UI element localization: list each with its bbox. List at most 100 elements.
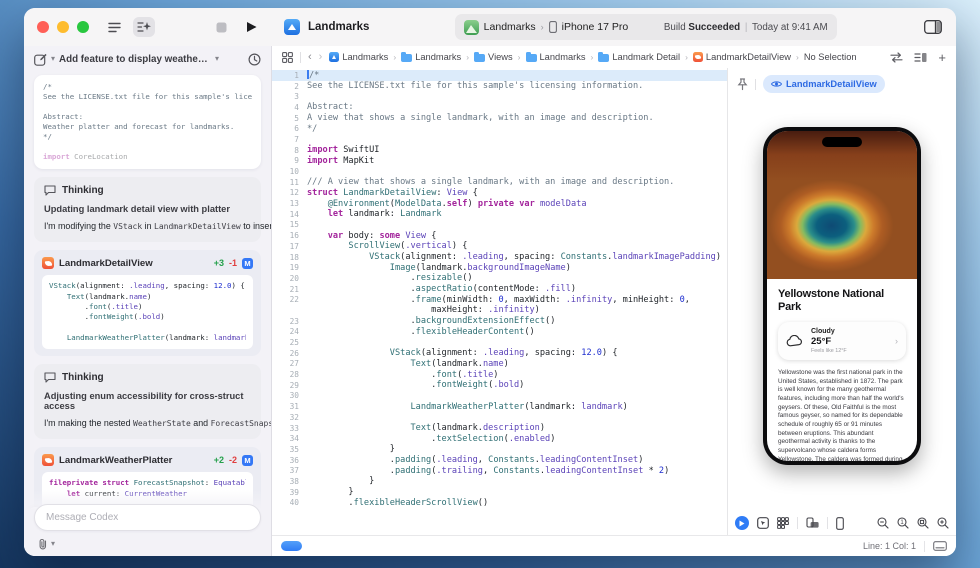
close-window-button[interactable] bbox=[37, 21, 49, 33]
iphone-preview[interactable]: Yellowstone National Park Cloudy 25°F Fe… bbox=[763, 127, 921, 465]
code-line[interactable]: 28 .font(.title) bbox=[272, 369, 727, 380]
code-line[interactable]: 11 /// A view that shows a single landmar… bbox=[272, 177, 727, 188]
related-items-icon[interactable] bbox=[282, 51, 293, 63]
code-line[interactable]: 23 .backgroundExtensionEffect() bbox=[272, 316, 727, 327]
code-line[interactable]: 18 VStack(alignment: .leading, spacing: … bbox=[272, 252, 727, 263]
stop-button[interactable] bbox=[210, 17, 232, 37]
code-line[interactable]: 40 .flexibleHeaderScrollView() bbox=[272, 498, 727, 509]
code-line[interactable]: 33 Text(landmark.description) bbox=[272, 423, 727, 434]
breadcrumb-item[interactable]: Landmark Detail bbox=[598, 52, 680, 62]
text-token: some bbox=[379, 230, 401, 241]
inspector-toggle-icon[interactable] bbox=[914, 52, 927, 63]
source-editor[interactable]: 1 /* 2 See the LICENSE.txt file for this sa… bbox=[272, 68, 727, 535]
run-button[interactable] bbox=[240, 17, 262, 37]
code-line[interactable]: 31 LandmarkWeatherPlatter(landmark: land… bbox=[272, 401, 727, 412]
code-line[interactable]: 5 A view that shows a single landmark, wi… bbox=[272, 113, 727, 124]
paperclip-icon[interactable] bbox=[38, 538, 48, 550]
code-line[interactable]: 24 .flexibleHeaderContent() bbox=[272, 327, 727, 338]
chevron-down-icon[interactable]: ▾ bbox=[51, 55, 55, 63]
code-line[interactable]: 15 bbox=[272, 220, 727, 231]
code-line[interactable]: 22 .frame(minWidth: 0, maxWidth: .infini… bbox=[272, 294, 727, 305]
code-line[interactable]: 34 .textSelection(.enabled) bbox=[272, 433, 727, 444]
build-status[interactable]: Build Succeeded | Today at 9:41 AM bbox=[664, 22, 828, 33]
code-line[interactable]: 3 bbox=[272, 91, 727, 102]
code-line[interactable]: 12 struct LandmarkDetailView: View { bbox=[272, 188, 727, 199]
code-line[interactable]: 1 /* bbox=[272, 70, 727, 81]
scheme-app-label[interactable]: Landmarks bbox=[484, 21, 536, 33]
editor-swap-icon[interactable] bbox=[890, 51, 904, 63]
code-line[interactable]: 10 bbox=[272, 166, 727, 177]
text-token: .infinity bbox=[488, 305, 535, 316]
code-line[interactable]: 14 let landmark: Landmark bbox=[272, 209, 727, 220]
pin-icon[interactable] bbox=[737, 77, 748, 91]
code-line[interactable]: 30 bbox=[272, 391, 727, 402]
code-line[interactable]: 19 Image(landmark.backgroundImageName) bbox=[272, 262, 727, 273]
code-line[interactable]: 20 .resizable() bbox=[272, 273, 727, 284]
preview-target-pill[interactable]: LandmarkDetailView bbox=[763, 75, 885, 93]
thinking-card[interactable]: Thinking Adjusting enum accessibility fo… bbox=[34, 364, 271, 440]
zoom-in-icon[interactable] bbox=[937, 517, 949, 529]
history-clock-icon[interactable] bbox=[248, 52, 261, 66]
code-line: LandmarkWeatherPlatter(landmark: landmar… bbox=[49, 333, 246, 343]
line-number: 28 bbox=[289, 370, 299, 380]
zoom-fit-icon[interactable] bbox=[917, 517, 929, 529]
device-selector-icon[interactable] bbox=[836, 516, 844, 530]
weather-platter[interactable]: Cloudy 25°F Feels like 12°F › bbox=[778, 322, 906, 360]
code-line[interactable]: 9 import MapKit bbox=[272, 156, 727, 167]
scheme-device-label[interactable]: iPhone 17 Pro bbox=[562, 21, 629, 33]
assistant-compose-icon[interactable] bbox=[133, 17, 155, 37]
code-line[interactable]: 35 } bbox=[272, 444, 727, 455]
code-line[interactable]: 13 @Environment(ModelData.self) private … bbox=[272, 198, 727, 209]
code-line[interactable]: 26 VStack(alignment: .leading, spacing: … bbox=[272, 348, 727, 359]
keyboard-display-icon[interactable] bbox=[933, 541, 947, 551]
code-line[interactable]: maxHeight: .infinity) bbox=[272, 305, 727, 316]
code-line[interactable]: 21 .aspectRatio(contentMode: .fill) bbox=[272, 284, 727, 295]
file-change-card[interactable]: LandmarkDetailView +3 -1 M VStack(alignm… bbox=[34, 250, 261, 357]
code-line[interactable]: 7 bbox=[272, 134, 727, 145]
code-line[interactable]: 39 } bbox=[272, 487, 727, 498]
session-title[interactable]: Add feature to display weather at landma… bbox=[59, 54, 211, 65]
code-line[interactable]: 38 } bbox=[272, 476, 727, 487]
chevron-down-icon[interactable]: ▾ bbox=[51, 540, 55, 548]
minimize-window-button[interactable] bbox=[57, 21, 69, 33]
code-line[interactable]: 6 */ bbox=[272, 123, 727, 134]
line-column-indicator[interactable]: Line: 1 Col: 1 bbox=[863, 541, 916, 551]
device-grid-icon[interactable] bbox=[777, 517, 789, 529]
add-editor-button[interactable]: + bbox=[938, 50, 946, 65]
code-line[interactable]: 32 bbox=[272, 412, 727, 423]
scheme-selector[interactable]: Landmarks › iPhone 17 Pro Build Succeede… bbox=[454, 14, 837, 40]
code-line[interactable]: 17 ScrollView(.vertical) { bbox=[272, 241, 727, 252]
back-button[interactable]: ‹ bbox=[308, 51, 312, 63]
assistant-list-icon[interactable] bbox=[103, 17, 125, 37]
forward-button[interactable]: › bbox=[319, 51, 323, 63]
live-preview-play-button[interactable] bbox=[735, 516, 749, 530]
zoom-out-icon[interactable] bbox=[877, 517, 889, 529]
breadcrumb-item[interactable]: No Selection bbox=[804, 52, 857, 62]
breadcrumb-item[interactable]: Landmarks bbox=[401, 52, 461, 62]
editor-panel-toggle-icon[interactable] bbox=[922, 17, 944, 37]
tag-capsule[interactable] bbox=[281, 541, 302, 551]
code-line[interactable]: 29 .fontWeight(.bold) bbox=[272, 380, 727, 391]
breadcrumb-item[interactable]: LandmarkDetailView bbox=[692, 52, 791, 62]
zoom-window-button[interactable] bbox=[77, 21, 89, 33]
thinking-card[interactable]: Thinking Updating landmark detail view w… bbox=[34, 177, 271, 243]
breadcrumb-item[interactable]: Landmarks bbox=[525, 52, 586, 62]
code-line[interactable]: 8 import SwiftUI bbox=[272, 145, 727, 156]
chevron-down-icon[interactable]: ▾ bbox=[215, 55, 219, 63]
selectable-preview-icon[interactable] bbox=[757, 517, 769, 529]
code-line[interactable]: 4 Abstract: bbox=[272, 102, 727, 113]
breadcrumb-item[interactable]: Views bbox=[474, 52, 513, 62]
orientation-icon[interactable] bbox=[806, 517, 819, 529]
code-line[interactable]: 16 var body: some View { bbox=[272, 230, 727, 241]
code-line[interactable]: 27 Text(landmark.name) bbox=[272, 359, 727, 370]
code-text: } bbox=[307, 476, 374, 486]
new-conversation-icon[interactable] bbox=[34, 53, 47, 66]
zoom-actual-size-icon[interactable]: 1 bbox=[897, 517, 909, 529]
breadcrumb-item[interactable]: Landmarks bbox=[329, 52, 388, 62]
code-line[interactable]: 37 .padding(.trailing, Constants.leading… bbox=[272, 465, 727, 476]
message-input[interactable] bbox=[34, 504, 261, 531]
code-line[interactable]: 2 See the LICENSE.txt file for this sampl… bbox=[272, 81, 727, 92]
code-line[interactable]: 36 .padding(.leading, Constants.leadingC… bbox=[272, 455, 727, 466]
code-line[interactable]: 25 bbox=[272, 337, 727, 348]
